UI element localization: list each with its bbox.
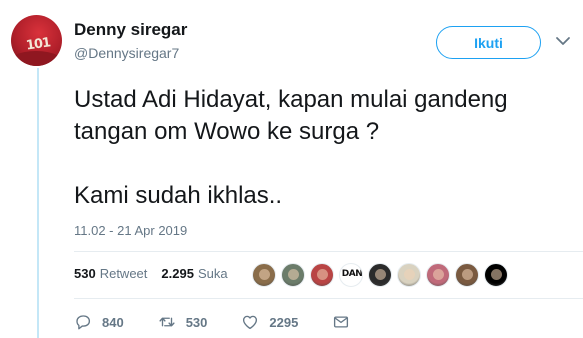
tweet-stats: 530 Retweet 2.295 Suka: [74, 266, 242, 281]
liker-avatar[interactable]: [310, 263, 334, 287]
user-name[interactable]: Denny siregar: [74, 20, 187, 40]
reply-icon: [76, 315, 91, 330]
liker-avatar-face: [491, 269, 502, 280]
liker-avatar[interactable]: DAN: [339, 263, 363, 287]
heart-icon: [243, 315, 258, 330]
tweet-line: Kami sudah ikhlas..: [74, 182, 283, 209]
like-button[interactable]: 2295: [241, 313, 298, 331]
user-handle[interactable]: @Dennysiregar7: [74, 45, 179, 61]
tweet-paragraph-break: [74, 148, 579, 180]
divider: [74, 251, 583, 252]
liker-avatar[interactable]: [368, 263, 392, 287]
direct-message-button[interactable]: [332, 313, 360, 331]
liker-avatar[interactable]: [455, 263, 479, 287]
retweet-button[interactable]: 530: [158, 313, 208, 331]
chevron-down-icon[interactable]: [553, 31, 573, 51]
retweet-stat[interactable]: 530 Retweet: [74, 266, 147, 281]
liker-avatar[interactable]: [484, 263, 508, 287]
tweet-text: Ustad Adi Hidayat, kapan mulai gandeng t…: [74, 84, 579, 212]
liker-avatars: DAN: [252, 263, 513, 287]
tweet-line: tangan om Wowo ke surga ?: [74, 118, 380, 145]
reply-count: 840: [102, 314, 124, 330]
reply-button[interactable]: 840: [74, 313, 124, 331]
like-count: 2295: [269, 314, 299, 330]
avatar[interactable]: 101: [11, 15, 62, 66]
liker-avatar-face: [404, 269, 415, 280]
liker-avatar-face: [259, 269, 270, 280]
avatar-jersey-number: 101: [25, 35, 52, 54]
follow-button[interactable]: Ikuti: [436, 26, 541, 59]
timestamp[interactable]: 11.02 - 21 Apr 2019: [74, 223, 187, 238]
liker-avatar[interactable]: [426, 263, 450, 287]
retweet-stat-count: 530: [74, 266, 96, 281]
liker-avatar-tag: DAN: [341, 269, 363, 279]
liker-avatar-face: [317, 269, 328, 280]
action-bar: 840 530 2295: [74, 313, 394, 331]
envelope-icon: [334, 316, 349, 328]
retweet-stat-label: Retweet: [99, 266, 148, 281]
tweet-line: Ustad Adi Hidayat, kapan mulai gandeng: [74, 86, 508, 113]
liker-avatar-face: [462, 269, 473, 280]
liker-avatar[interactable]: [252, 263, 276, 287]
liker-avatar[interactable]: [281, 263, 305, 287]
like-stat-count: 2.295: [161, 266, 194, 281]
thread-line: [37, 68, 39, 338]
retweet-icon: [159, 317, 175, 327]
avatar-shoulder: [11, 51, 62, 66]
liker-avatar-face: [433, 269, 444, 280]
liker-avatar[interactable]: [397, 263, 421, 287]
liker-avatar-face: [288, 269, 299, 280]
like-stat[interactable]: 2.295 Suka: [161, 266, 227, 281]
divider: [74, 298, 583, 299]
retweet-count: 530: [185, 314, 208, 330]
like-stat-label: Suka: [197, 266, 228, 281]
liker-avatar-face: [375, 269, 386, 280]
